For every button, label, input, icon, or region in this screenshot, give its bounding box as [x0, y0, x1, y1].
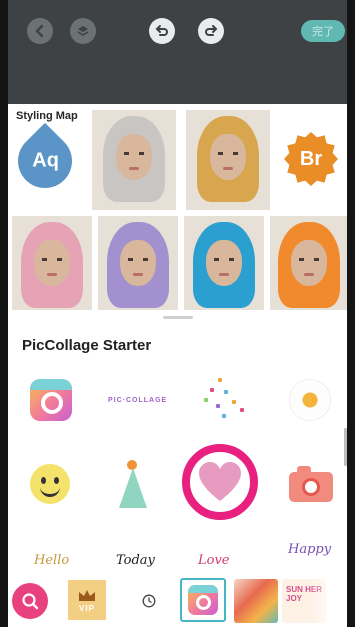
wig-tile-lavender[interactable] [98, 216, 178, 310]
eyes [218, 152, 238, 155]
sticker-panel: PicCollage Starter PIC·COLLAGE Hello Tod… [8, 310, 347, 575]
confetti-dot [222, 414, 226, 418]
recent-stickers-button[interactable] [131, 583, 167, 619]
eyes [42, 258, 62, 261]
confetti-dot [240, 408, 244, 412]
styling-map-title: Styling Map [16, 110, 78, 122]
tray-fade [307, 575, 347, 627]
mouth [303, 273, 314, 276]
face [206, 240, 242, 286]
redo-icon [205, 25, 218, 36]
wig-tile-silver[interactable] [92, 110, 176, 210]
clock-icon [142, 594, 156, 608]
piccollage-wordmark-sticker[interactable]: PIC·COLLAGE [108, 397, 167, 404]
left-edge [0, 0, 8, 627]
aq-label: Aq [31, 149, 59, 172]
crown-icon [79, 589, 95, 601]
mouth [133, 273, 143, 276]
layers-button[interactable] [70, 18, 96, 44]
right-edge [347, 0, 355, 627]
smiley-sticker[interactable] [30, 464, 70, 504]
sticker-scrollbar[interactable] [344, 428, 347, 466]
done-button[interactable]: 完了 [301, 20, 345, 42]
daisy-sticker[interactable] [290, 380, 330, 420]
search-icon [22, 593, 39, 610]
styling-map-board[interactable]: Styling Map Aq Br [8, 104, 347, 310]
face [34, 240, 70, 286]
chevron-left-icon [35, 24, 44, 38]
vip-label: VIP [79, 603, 95, 613]
wig-tile-blonde[interactable] [186, 110, 270, 210]
sticker-pack-tray: VIP SUN HER JOY [8, 575, 347, 627]
wig-tile-pink[interactable] [12, 216, 92, 310]
undo-button[interactable] [149, 18, 175, 44]
wig-tile-blue[interactable] [184, 216, 264, 310]
instagram-lens-icon [41, 392, 63, 414]
mouth [223, 167, 233, 170]
happy-script-sticker[interactable]: Happy [288, 542, 331, 557]
layers-icon [77, 26, 89, 36]
mouth [47, 273, 57, 276]
pack-lens [196, 595, 211, 610]
smiley-eye [54, 477, 59, 484]
camera-lens-icon [302, 478, 320, 496]
confetti-sticker[interactable] [198, 378, 248, 422]
face [290, 240, 327, 286]
br-badge[interactable]: Br [284, 132, 338, 186]
mouth [129, 167, 139, 170]
search-button[interactable] [12, 583, 48, 619]
wig-tile-orange[interactable] [270, 216, 347, 310]
eyes [128, 258, 148, 261]
vip-pack-button[interactable]: VIP [68, 580, 106, 620]
today-script-sticker[interactable]: Today [116, 553, 155, 568]
mouth [219, 273, 229, 276]
pack-piccollage-starter[interactable] [180, 578, 226, 622]
aq-badge[interactable]: Aq [8, 122, 84, 200]
party-hat-icon [119, 468, 147, 508]
camera-top [297, 466, 311, 473]
heart-icon [199, 462, 241, 501]
pack-summer[interactable] [234, 579, 278, 623]
eyes [214, 258, 234, 261]
heart-sticker-selected[interactable] [182, 444, 258, 520]
redo-button[interactable] [198, 18, 224, 44]
hello-script-sticker[interactable]: Hello [34, 553, 69, 568]
smiley-mouth [40, 484, 60, 497]
smiley-eye [41, 477, 46, 484]
camera-sticker[interactable] [289, 466, 333, 502]
eyes [298, 258, 319, 261]
confetti-dot [204, 398, 208, 402]
top-toolbar: 完了 [8, 0, 347, 104]
love-script-sticker[interactable]: Love [198, 553, 230, 568]
confetti-dot [218, 378, 222, 382]
br-label: Br [299, 147, 323, 170]
confetti-dot [224, 390, 228, 394]
confetti-dot [210, 388, 214, 392]
face [120, 240, 156, 286]
drag-handle[interactable] [163, 316, 193, 319]
face [210, 134, 246, 180]
confetti-dot [232, 400, 236, 404]
eyes [124, 152, 144, 155]
party-hat-sticker[interactable] [118, 460, 148, 512]
instagram-stripe [30, 379, 72, 390]
confetti-dot [216, 404, 220, 408]
instagram-camera-icon [188, 585, 218, 615]
back-button[interactable] [27, 18, 53, 44]
instagram-camera-sticker[interactable] [30, 379, 72, 421]
pack-stripe [188, 585, 218, 593]
sticker-pack-title: PicCollage Starter [22, 337, 152, 354]
undo-icon [155, 25, 168, 36]
face [116, 134, 152, 180]
